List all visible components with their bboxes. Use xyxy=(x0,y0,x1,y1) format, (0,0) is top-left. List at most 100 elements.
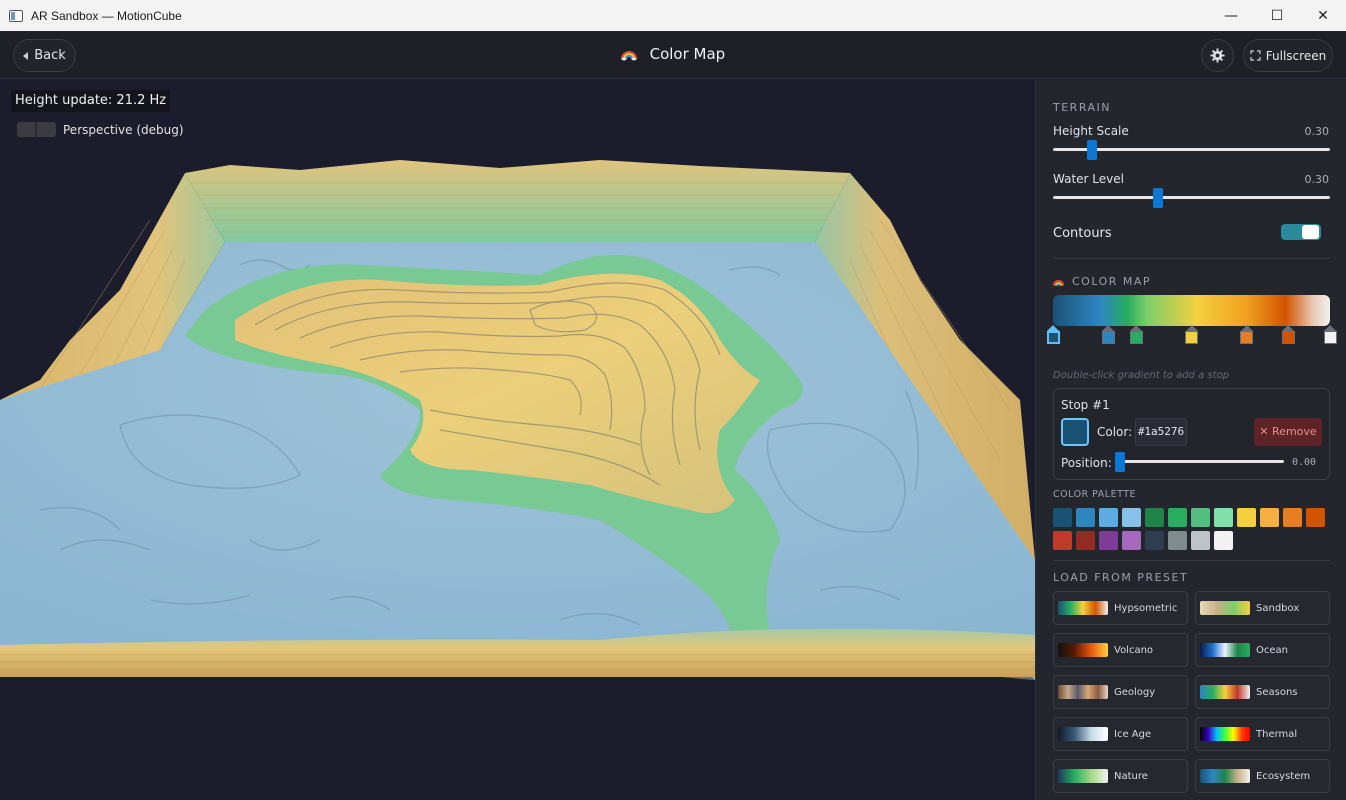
color-palette-title: COLOR PALETTE xyxy=(1053,489,1137,500)
height-scale-label: Height Scale xyxy=(1053,124,1129,138)
palette-swatch[interactable] xyxy=(1122,531,1141,550)
terrain-section-title: TERRAIN xyxy=(1053,101,1112,114)
preset-button[interactable]: Volcano xyxy=(1053,633,1188,667)
palette-swatch[interactable] xyxy=(1145,508,1164,527)
gradient-stop[interactable] xyxy=(1185,325,1198,345)
fullscreen-button[interactable]: Fullscreen xyxy=(1243,39,1333,72)
gear-icon xyxy=(1210,48,1225,63)
palette-swatch[interactable] xyxy=(1053,508,1072,527)
perspective-debug-row: Perspective (debug) xyxy=(17,122,184,137)
water-level-slider[interactable] xyxy=(1053,196,1330,199)
gradient-hint: Double-click gradient to add a stop xyxy=(1053,370,1229,381)
palette-swatch[interactable] xyxy=(1191,508,1210,527)
preset-label: Ocean xyxy=(1256,644,1288,656)
preset-button[interactable]: Seasons xyxy=(1195,675,1330,709)
preset-button[interactable]: Ice Age xyxy=(1053,717,1188,751)
contours-toggle-knob xyxy=(1302,225,1319,239)
stop-position-thumb[interactable] xyxy=(1115,452,1125,472)
preset-label: Sandbox xyxy=(1256,602,1300,614)
gradient-stop[interactable] xyxy=(1129,325,1143,345)
gradient-stop[interactable] xyxy=(1281,325,1295,345)
perspective-debug-toggle[interactable] xyxy=(17,122,56,137)
preset-label: Seasons xyxy=(1256,686,1298,698)
perspective-debug-label: Perspective (debug) xyxy=(63,122,184,137)
terrain-render[interactable] xyxy=(0,80,1035,800)
close-button[interactable]: ✕ xyxy=(1300,0,1346,31)
preset-label: Thermal xyxy=(1256,728,1298,740)
preset-label: Hypsometric xyxy=(1114,602,1178,614)
palette-swatch[interactable] xyxy=(1260,508,1279,527)
preset-gradient-preview xyxy=(1200,727,1250,741)
stop-position-slider[interactable] xyxy=(1118,460,1284,463)
palette-swatch[interactable] xyxy=(1214,531,1233,550)
rainbow-icon xyxy=(620,51,637,61)
stop-color-swatch[interactable] xyxy=(1061,418,1089,446)
preset-button[interactable]: Sandbox xyxy=(1195,591,1330,625)
settings-sidebar: TERRAIN Height Scale 0.30 Water Level 0.… xyxy=(1035,80,1346,800)
preset-label: Ice Age xyxy=(1114,728,1152,740)
palette-swatch[interactable] xyxy=(1099,508,1118,527)
palette-swatch[interactable] xyxy=(1283,508,1302,527)
rainbow-icon xyxy=(1053,280,1064,286)
color-map-gradient[interactable] xyxy=(1053,295,1330,326)
palette-swatch[interactable] xyxy=(1214,508,1233,527)
remove-stop-button[interactable]: ✕ Remove xyxy=(1254,418,1322,446)
minimize-button[interactable]: — xyxy=(1208,0,1254,31)
preset-button[interactable]: Geology xyxy=(1053,675,1188,709)
height-update-rate: Height update: 21.2 Hz xyxy=(11,90,171,112)
palette-swatch[interactable] xyxy=(1237,508,1256,527)
maximize-button[interactable]: ☐ xyxy=(1254,0,1300,31)
preset-button[interactable]: Ecosystem xyxy=(1195,759,1330,793)
divider xyxy=(1053,560,1330,561)
palette-swatch[interactable] xyxy=(1122,508,1141,527)
preset-gradient-preview xyxy=(1058,601,1108,615)
fullscreen-label: Fullscreen xyxy=(1265,48,1327,63)
stop-editor: Stop #1 Color: #1a5276 ✕ Remove Position… xyxy=(1053,388,1330,480)
stop-hex-input[interactable]: #1a5276 xyxy=(1135,418,1187,446)
preset-button[interactable]: Thermal xyxy=(1195,717,1330,751)
preset-gradient-preview xyxy=(1058,685,1108,699)
preset-gradient-preview xyxy=(1200,601,1250,615)
water-level-label: Water Level xyxy=(1053,172,1124,186)
palette-swatch[interactable] xyxy=(1076,508,1095,527)
settings-button[interactable] xyxy=(1201,39,1234,72)
preset-label: Volcano xyxy=(1114,644,1154,656)
preset-button[interactable]: Nature xyxy=(1053,759,1188,793)
preset-gradient-preview xyxy=(1058,727,1108,741)
palette-swatch[interactable] xyxy=(1053,531,1072,550)
gradient-stop[interactable] xyxy=(1240,325,1254,345)
preset-label: Nature xyxy=(1114,770,1148,782)
preset-grid: Hypsometric Sandbox Volcano Ocean Geology Sea… xyxy=(1053,591,1331,793)
stop-position-label: Position: xyxy=(1061,456,1112,470)
stop-editor-title: Stop #1 xyxy=(1061,398,1110,412)
water-level-value: 0.30 xyxy=(1304,173,1330,186)
palette-swatch[interactable] xyxy=(1076,531,1095,550)
gradient-stop[interactable] xyxy=(1323,325,1337,345)
palette-swatch[interactable] xyxy=(1306,508,1325,527)
divider xyxy=(1053,258,1330,259)
color-map-section-title: COLOR MAP xyxy=(1053,275,1151,288)
preset-gradient-preview xyxy=(1200,685,1250,699)
gradient-stop[interactable] xyxy=(1101,325,1115,345)
window-controls: — ☐ ✕ xyxy=(1208,0,1346,31)
palette-swatch[interactable] xyxy=(1168,531,1187,550)
height-scale-value: 0.30 xyxy=(1304,125,1330,138)
preset-label: Ecosystem xyxy=(1256,770,1311,782)
window-title: AR Sandbox — MotionCube xyxy=(31,8,182,23)
preset-button[interactable]: Hypsometric xyxy=(1053,591,1188,625)
palette-swatch[interactable] xyxy=(1099,531,1118,550)
palette-swatch[interactable] xyxy=(1145,531,1164,550)
palette-swatch[interactable] xyxy=(1168,508,1187,527)
water-level-thumb[interactable] xyxy=(1153,188,1164,208)
terrain-viewport[interactable]: Height update: 21.2 Hz Perspective (debu… xyxy=(0,80,1035,800)
color-map-title-text: COLOR MAP xyxy=(1072,275,1152,288)
palette-swatch[interactable] xyxy=(1191,531,1210,550)
contours-label: Contours xyxy=(1053,226,1112,241)
contours-toggle[interactable] xyxy=(1281,224,1321,240)
preset-button[interactable]: Ocean xyxy=(1195,633,1330,667)
preset-gradient-preview xyxy=(1058,769,1108,783)
gradient-stop[interactable] xyxy=(1046,325,1060,345)
preset-gradient-preview xyxy=(1058,643,1108,657)
stop-position-value: 0.00 xyxy=(1292,457,1317,468)
height-scale-thumb[interactable] xyxy=(1086,140,1097,160)
